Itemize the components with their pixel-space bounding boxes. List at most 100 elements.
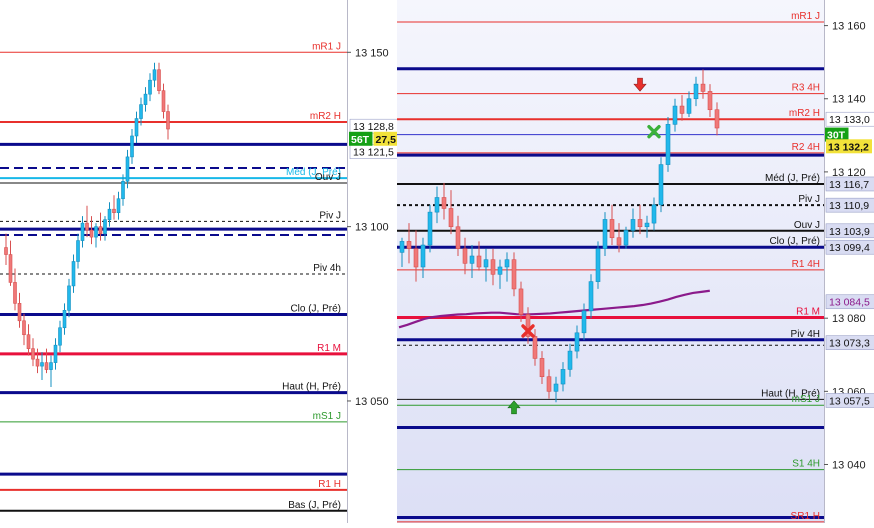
candle-body <box>157 69 161 91</box>
candle-body <box>518 288 524 315</box>
plot-background <box>0 0 347 523</box>
candle-body <box>693 83 699 100</box>
candle-body <box>511 259 517 290</box>
candle-body <box>40 362 44 367</box>
candle-body <box>112 208 116 213</box>
candle-body <box>26 334 31 349</box>
price-tag-label: 13 116,7 <box>829 179 869 191</box>
charts-stage: 13 150 13 100 13 050 mR1 J mR2 H Méd (J, Pré)… <box>0 0 874 523</box>
candle-body <box>58 327 62 346</box>
timer-badge-label: 27,5 <box>376 134 397 146</box>
candle-body <box>134 118 139 137</box>
price-axis-background <box>347 0 397 523</box>
candle-body <box>98 226 103 234</box>
candle-body <box>504 259 510 268</box>
candle-body <box>546 376 552 392</box>
candle-body <box>125 156 130 182</box>
candle-body <box>67 285 71 311</box>
candle-body <box>602 219 608 249</box>
candle-body <box>71 261 76 287</box>
level-label-piv-4h: Piv 4h <box>313 263 341 274</box>
price-tag-label: 13 073,3 <box>829 338 870 350</box>
candle-body <box>13 282 17 304</box>
price-charts: 13 150 13 100 13 050 mR1 J mR2 H Méd (J, Pré)… <box>0 0 874 523</box>
level-label-ouv-j: Ouv J <box>794 220 820 231</box>
candle-body <box>49 362 53 370</box>
level-label-piv-j: Piv J <box>319 210 341 221</box>
candle-body <box>44 362 49 370</box>
candle-body <box>441 197 447 209</box>
candle-body <box>434 197 440 213</box>
candle-body <box>4 247 8 255</box>
level-label-mr1-j: mR1 J <box>312 41 341 52</box>
level-label-bas-j-pre: Bas (J, Pré) <box>288 500 341 511</box>
candle-body <box>31 348 35 360</box>
level-label-ms1-j: mS1 J <box>313 411 341 422</box>
candle-body <box>53 344 58 363</box>
level-label-mr2-h: mR2 H <box>789 108 820 119</box>
candle-body <box>616 237 622 246</box>
pane-2: 13 16013 14013 12013 10013 08013 06013 0… <box>397 0 874 523</box>
price-tag-label: 13 121,5 <box>353 147 394 159</box>
candle-body <box>609 219 615 239</box>
level-label-r2-4h: R2 4H <box>792 142 820 153</box>
level-label-mr1-j: mR1 J <box>791 11 820 22</box>
candle-body <box>532 336 538 359</box>
level-label-ms1-j: mS1 J <box>792 394 820 405</box>
candle-body <box>455 226 461 249</box>
plot-background-shade <box>397 0 824 523</box>
price-tag-label: 13 099,4 <box>829 242 870 254</box>
price-axis-background <box>824 0 874 523</box>
candle-body <box>166 111 170 130</box>
candle-body <box>399 241 405 253</box>
candle-body <box>595 248 601 282</box>
candle-body <box>35 358 40 367</box>
price-tag-label: 13 110,9 <box>829 200 869 212</box>
candle-body <box>427 211 433 246</box>
timer-badge-label: 13 132,2 <box>828 141 869 153</box>
price-tag-label: 13 103,9 <box>829 226 870 238</box>
level-label-clo-j-pre: Clo (J, Pré) <box>290 303 341 314</box>
candle-body <box>139 104 143 119</box>
level-label-piv-4h: Piv 4H <box>791 329 820 340</box>
candle-body <box>476 255 482 268</box>
level-label-r1-m: R1 M <box>796 306 820 317</box>
candle-body <box>560 369 566 385</box>
candle-body <box>94 226 98 238</box>
candle-body <box>152 69 157 81</box>
y-tick-label: 13 160 <box>832 21 866 33</box>
price-tag-label: 13 133,0 <box>829 114 870 126</box>
level-label-ouv-j: Ouv J <box>315 172 341 183</box>
level-label-r1-m: R1 M <box>317 343 341 354</box>
candle-body <box>553 383 559 392</box>
candle-body <box>651 204 657 224</box>
candle-body <box>588 281 594 312</box>
candle-body <box>406 241 412 249</box>
level-label-clo-j-pre: Clo (J, Pré) <box>769 236 820 247</box>
candle-body <box>658 164 664 206</box>
price-tag-label: 13 128,8 <box>353 121 394 133</box>
level-label-sr1-h: SR1 H <box>791 511 820 522</box>
level-label-s1-4h: S1 4H <box>792 459 820 470</box>
candle-body <box>483 259 489 268</box>
candle-body <box>420 244 426 268</box>
timer-badge-label: 56T <box>351 134 370 146</box>
candle-body <box>581 310 587 334</box>
candle-body <box>497 266 503 275</box>
price-tag-label: 13 057,5 <box>829 395 870 407</box>
candle-body <box>574 332 580 352</box>
candle-body <box>672 105 678 125</box>
y-tick-label: 13 140 <box>832 94 866 106</box>
candle-body <box>539 358 545 378</box>
candle-body <box>80 222 85 241</box>
y-tick-label: 13 040 <box>832 459 866 471</box>
candle-body <box>8 254 13 283</box>
candle-body <box>89 229 94 238</box>
candle-body <box>644 222 650 228</box>
y-tick-label: 13 150 <box>355 47 389 59</box>
candle-body <box>143 93 148 105</box>
candle-body <box>707 91 713 111</box>
candle-body <box>637 219 643 228</box>
candle-body <box>76 240 80 262</box>
candle-body <box>161 90 166 112</box>
